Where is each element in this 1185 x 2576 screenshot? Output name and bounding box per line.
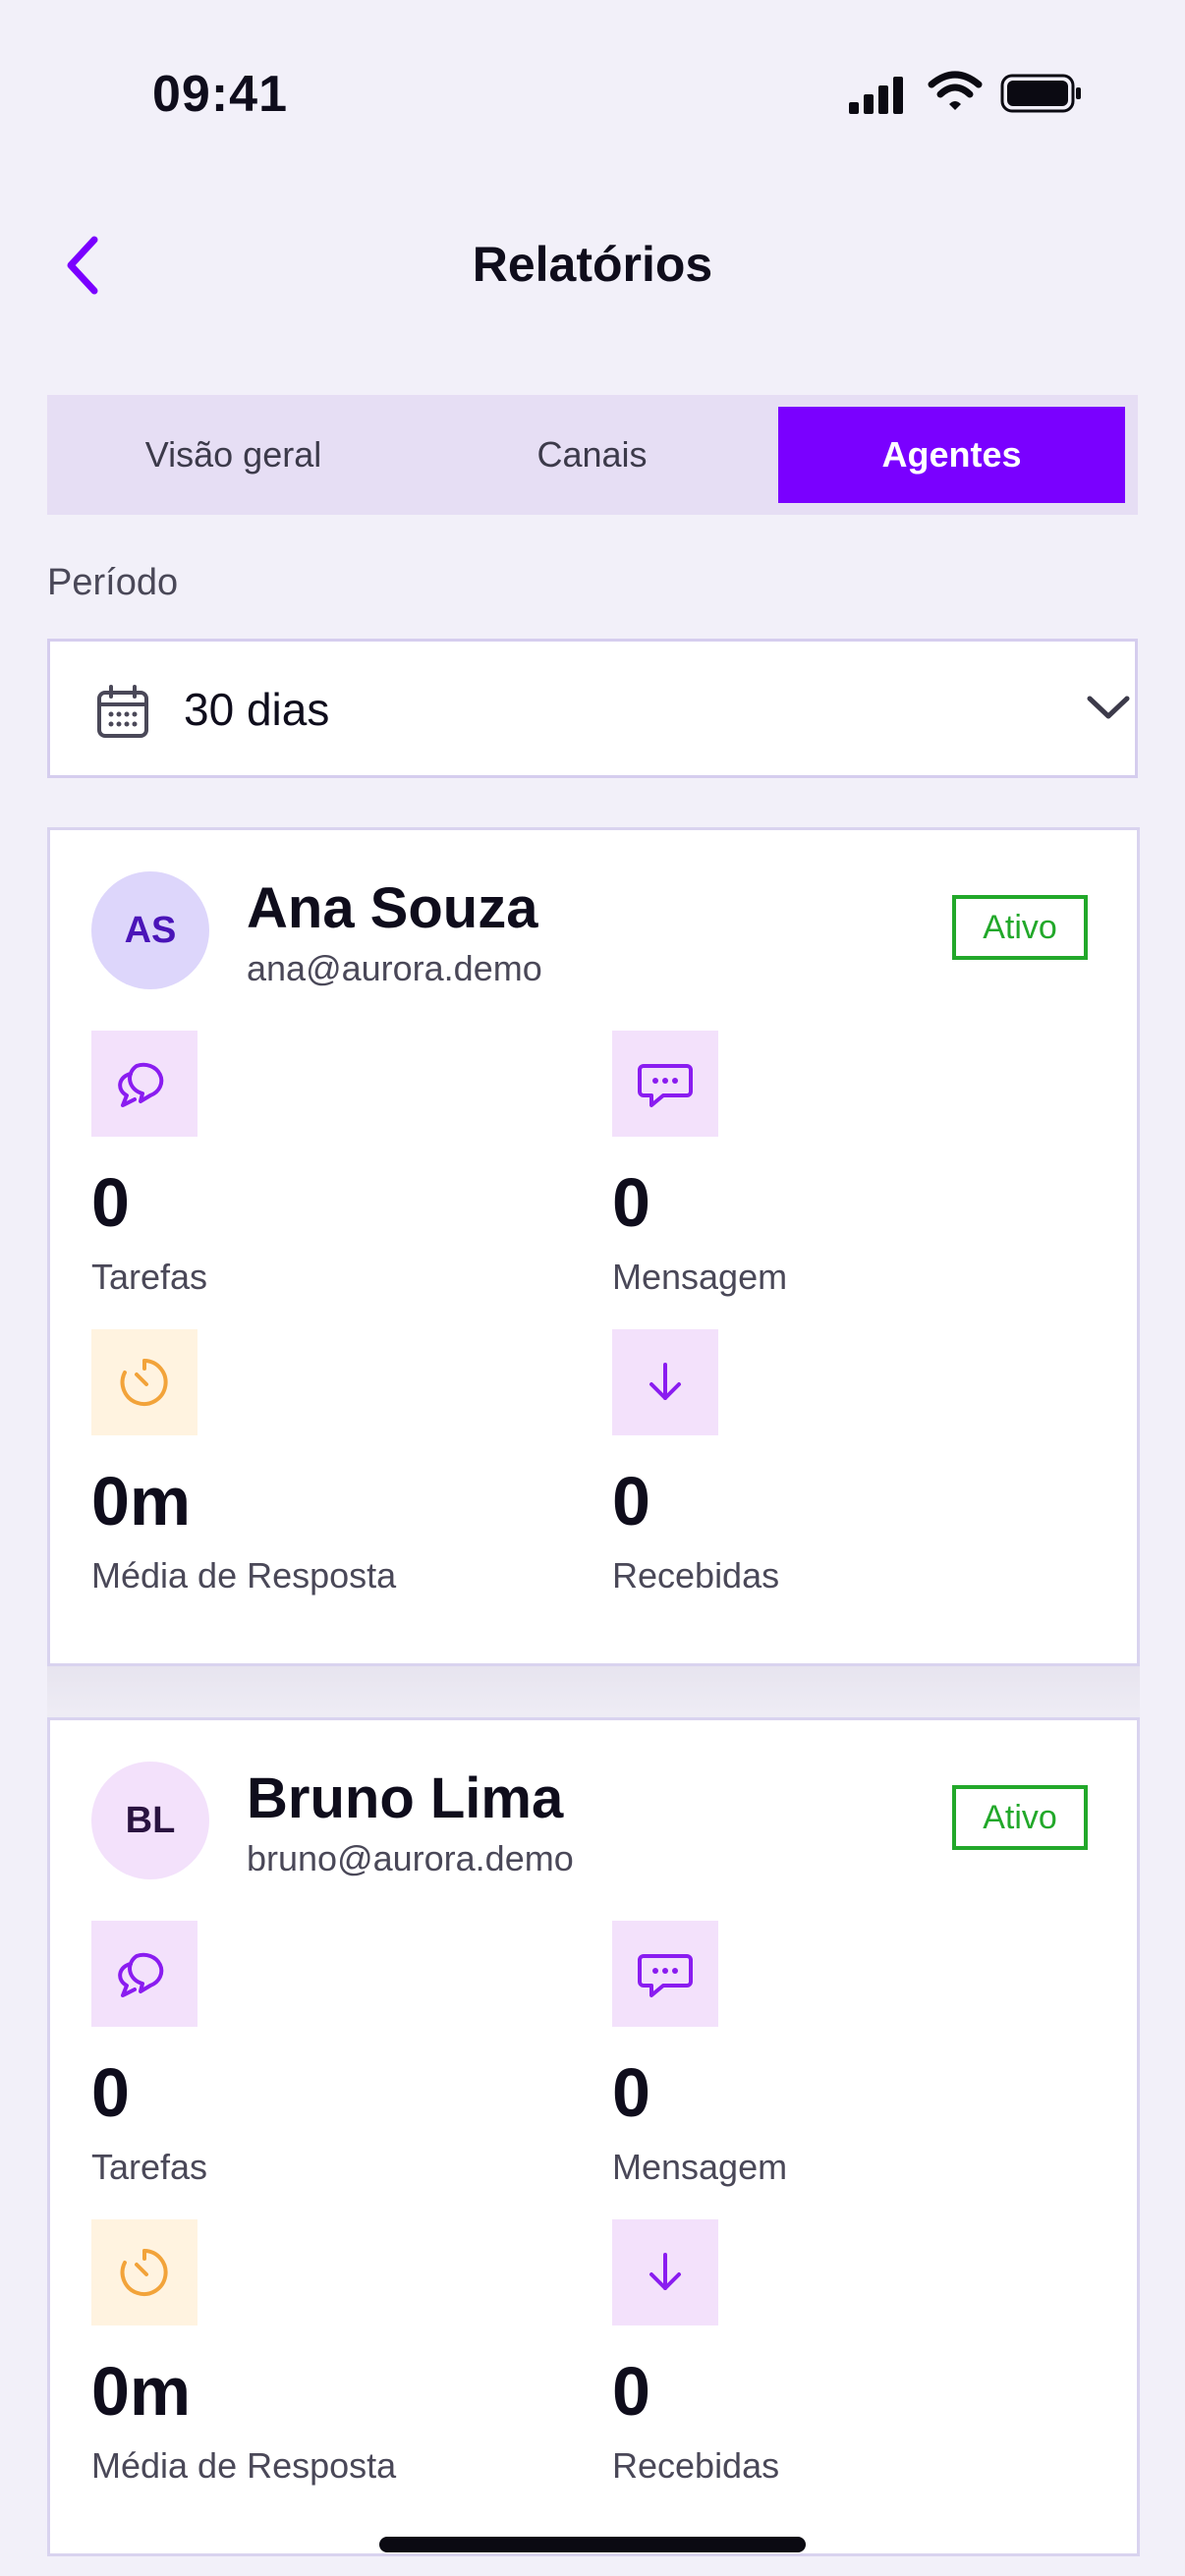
stat-value: 0 (91, 1164, 130, 1241)
chat-bubbles-icon (91, 1031, 198, 1137)
stat-avg-response: 0m Média de Resposta (91, 2219, 563, 2514)
stat-value: 0 (612, 2353, 650, 2430)
stat-label: Tarefas (91, 2147, 208, 2187)
arrow-down-icon (612, 2219, 718, 2325)
stat-label: Média de Resposta (91, 2445, 397, 2486)
stat-label: Mensagem (612, 1257, 788, 1297)
agent-email: ana@aurora.demo (247, 948, 542, 988)
status-time: 09:41 (152, 66, 288, 123)
arrow-down-icon (612, 1329, 718, 1435)
message-dots-icon (612, 1031, 718, 1137)
stat-tasks: 0 Tarefas (91, 1921, 563, 2215)
stat-label: Média de Resposta (91, 1555, 397, 1596)
period-value: 30 dias (184, 684, 330, 735)
page-title: Relatórios (472, 237, 713, 292)
period-select[interactable]: 30 dias (47, 639, 1138, 778)
avatar: AS (91, 871, 209, 989)
wifi-icon (928, 71, 983, 110)
stat-value: 0 (91, 2054, 130, 2131)
navigation-header: Relatórios (0, 216, 1185, 314)
timer-icon (91, 2219, 198, 2325)
battery-icon (1000, 74, 1081, 113)
period-label: Período (47, 562, 179, 603)
agent-name: Bruno Lima (247, 1766, 564, 1830)
agent-card: BL Bruno Lima bruno@aurora.demo Ativo 0 … (47, 1717, 1140, 2556)
stat-value: 0m (91, 2353, 192, 2430)
report-tabs: Visão geral Canais Agentes (47, 395, 1138, 515)
chat-bubbles-icon (91, 1921, 198, 2027)
agent-card: AS Ana Souza ana@aurora.demo Ativo 0 Tar… (47, 827, 1140, 1666)
stat-value: 0 (612, 2054, 650, 2131)
tab-agentes[interactable]: Agentes (778, 407, 1125, 503)
stat-value: 0 (612, 1164, 650, 1241)
stat-tasks: 0 Tarefas (91, 1031, 563, 1325)
stat-label: Mensagem (612, 2147, 788, 2187)
message-dots-icon (612, 1921, 718, 2027)
timer-icon (91, 1329, 198, 1435)
tab-canais[interactable]: Canais (419, 407, 765, 503)
status-badge: Ativo (952, 1785, 1088, 1850)
stat-received: 0 Recebidas (612, 1329, 1084, 1624)
stat-messages: 0 Mensagem (612, 1921, 1084, 2215)
stat-label: Tarefas (91, 1257, 208, 1297)
calendar-icon (97, 685, 148, 738)
card-separator (47, 1666, 1140, 1721)
home-indicator[interactable] (379, 2537, 806, 2552)
status-badge: Ativo (952, 895, 1088, 960)
stat-messages: 0 Mensagem (612, 1031, 1084, 1325)
avatar: BL (91, 1762, 209, 1879)
stat-label: Recebidas (612, 1555, 780, 1596)
chevron-down-icon (1087, 696, 1130, 719)
tab-visao-geral[interactable]: Visão geral (60, 407, 407, 503)
stat-avg-response: 0m Média de Resposta (91, 1329, 563, 1624)
status-bar: 09:41 (0, 0, 1185, 196)
stat-received: 0 Recebidas (612, 2219, 1084, 2514)
cellular-signal-icon (849, 77, 903, 114)
agent-email: bruno@aurora.demo (247, 1838, 574, 1878)
agent-name: Ana Souza (247, 876, 538, 940)
stat-value: 0 (612, 1463, 650, 1540)
stat-label: Recebidas (612, 2445, 780, 2486)
stat-value: 0m (91, 1463, 192, 1540)
